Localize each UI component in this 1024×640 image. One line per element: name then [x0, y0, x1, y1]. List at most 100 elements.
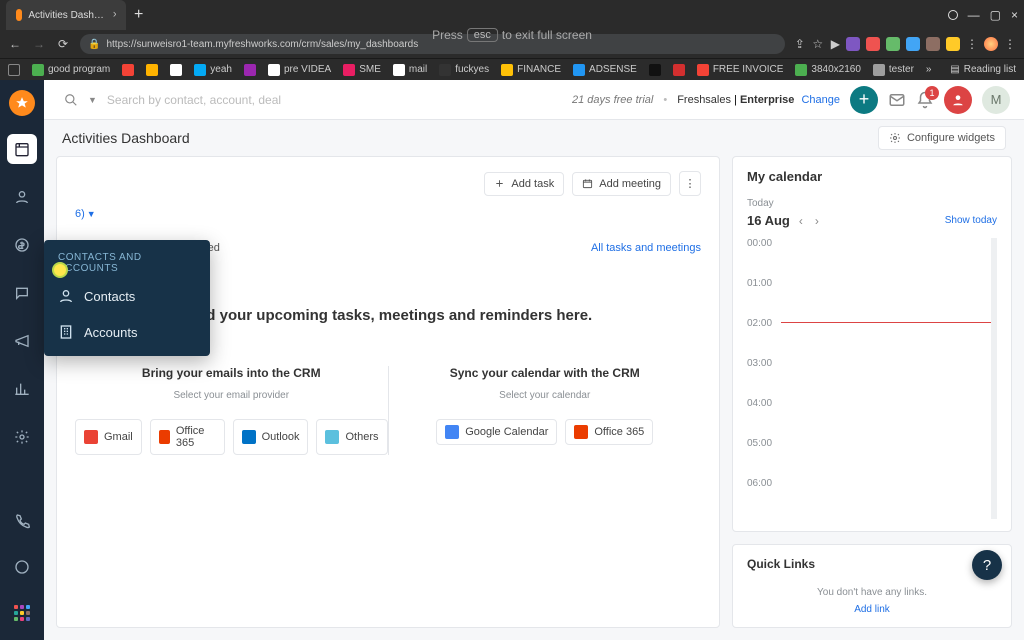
bookmark-item[interactable]: [673, 64, 685, 76]
connector-icon: [159, 430, 170, 444]
email-connector-button[interactable]: Gmail: [75, 419, 142, 455]
global-search[interactable]: ▼ Search by contact, account, deal: [64, 93, 562, 107]
calendar-timeline[interactable]: 00:0001:0002:0003:0004:0005:0006:00: [747, 238, 997, 519]
notifications-button[interactable]: 1: [916, 91, 934, 109]
team-avatar[interactable]: [944, 86, 972, 114]
flyout-heading: CONTACTS AND ACCOUNTS: [44, 246, 210, 278]
quick-links-empty: You don't have any links.: [817, 587, 927, 598]
forward-icon[interactable]: →: [32, 37, 46, 51]
tasks-count-link[interactable]: 6)▼: [75, 208, 96, 220]
back-icon[interactable]: ←: [8, 37, 22, 51]
add-link-button[interactable]: Add link: [747, 604, 997, 615]
bookmark-item[interactable]: tester: [873, 64, 914, 76]
tab-title: Activities Dashboard | Freshsales: [28, 10, 106, 21]
help-fab[interactable]: ?: [972, 550, 1002, 580]
connector-icon: [242, 430, 256, 444]
show-today-link[interactable]: Show today: [945, 215, 997, 226]
reload-icon[interactable]: ⟳: [56, 37, 70, 51]
bookmark-item[interactable]: [122, 64, 134, 76]
email-connector-button[interactable]: Others: [316, 419, 387, 455]
prev-day-button[interactable]: ‹: [796, 214, 806, 228]
flyout-item-accounts[interactable]: Accounts: [44, 314, 210, 350]
bookmark-item[interactable]: SME: [343, 64, 381, 76]
share-icon[interactable]: ⇪: [795, 37, 805, 51]
browser-menu-icon[interactable]: ⋮: [1004, 37, 1016, 51]
bookmark-item[interactable]: [244, 64, 256, 76]
nav-deals[interactable]: [7, 230, 37, 260]
email-connector-button[interactable]: Outlook: [233, 419, 309, 455]
nav-conversations[interactable]: [7, 278, 37, 308]
ext-icon[interactable]: [946, 37, 960, 51]
nav-reports[interactable]: [7, 374, 37, 404]
gear-icon: [889, 132, 901, 144]
bookmark-item[interactable]: fuckyes: [439, 64, 489, 76]
nav-apps-switcher[interactable]: [7, 598, 37, 628]
timeline-hour: 00:00: [747, 238, 991, 278]
close-tab-icon[interactable]: ×: [113, 9, 116, 21]
search-scope-caret[interactable]: ▼: [88, 95, 97, 105]
bookmark-item[interactable]: good program: [32, 64, 110, 76]
ext-icon[interactable]: [906, 37, 920, 51]
nav-phone[interactable]: [7, 506, 37, 536]
app-logo[interactable]: [9, 90, 35, 116]
change-plan-link[interactable]: Change: [801, 94, 840, 106]
apps-icon[interactable]: [8, 64, 20, 76]
configure-widgets-button[interactable]: Configure widgets: [878, 126, 1006, 150]
profile-avatar-icon[interactable]: [984, 37, 998, 51]
all-tasks-link[interactable]: All tasks and meetings: [591, 242, 701, 254]
bookmark-icon: [343, 64, 355, 76]
bookmark-item[interactable]: FREE INVOICE: [697, 64, 784, 76]
building-icon: [58, 324, 74, 340]
brand-link[interactable]: Freshsales: [677, 94, 731, 106]
ext-icon[interactable]: [926, 37, 940, 51]
browser-tab[interactable]: Activities Dashboard | Freshsales ×: [6, 0, 126, 30]
bookmark-item[interactable]: yeah: [194, 64, 232, 76]
bookmark-item[interactable]: [170, 64, 182, 76]
bookmark-icon: [393, 64, 405, 76]
email-connector-button[interactable]: Office 365: [150, 419, 225, 455]
bookmarks-overflow-icon[interactable]: »: [926, 64, 932, 75]
cast-icon[interactable]: ▶: [831, 37, 840, 51]
extensions-menu-icon[interactable]: ⋮: [966, 37, 978, 51]
bookmark-icon: [122, 64, 134, 76]
bookmark-item[interactable]: [146, 64, 158, 76]
ext-icon[interactable]: [846, 37, 860, 51]
bookmark-item[interactable]: 3840x2160: [795, 64, 861, 76]
bookmark-item[interactable]: ADSENSE: [573, 64, 637, 76]
ext-icon[interactable]: [866, 37, 880, 51]
bookmark-icon: [795, 64, 807, 76]
flyout-item-contacts[interactable]: Contacts: [44, 278, 210, 314]
mail-icon[interactable]: [888, 91, 906, 109]
timeline-hour: 02:00: [747, 318, 991, 358]
nav-campaigns[interactable]: [7, 326, 37, 356]
calendar-widget: My calendar Today 16 Aug ‹ › Show today …: [732, 156, 1012, 532]
nav-chat[interactable]: [7, 552, 37, 582]
window-minimize-icon[interactable]: —: [968, 8, 980, 22]
timeline-hour: 04:00: [747, 398, 991, 438]
star-icon[interactable]: ☆: [811, 37, 825, 51]
new-tab-button[interactable]: +: [134, 6, 143, 24]
window-close-icon[interactable]: ×: [1011, 8, 1018, 22]
ext-icon[interactable]: [886, 37, 900, 51]
nav-dashboard[interactable]: [7, 134, 37, 164]
bookmark-icon: [649, 64, 661, 76]
notif-badge: 1: [925, 86, 939, 100]
bookmark-item[interactable]: [649, 64, 661, 76]
bookmark-icon: [573, 64, 585, 76]
reading-list-button[interactable]: ▤ Reading list: [950, 64, 1016, 75]
add-meeting-button[interactable]: Add meeting: [572, 172, 671, 196]
user-avatar[interactable]: M: [982, 86, 1010, 114]
calendar-connector-button[interactable]: Office 365: [565, 419, 653, 445]
nav-settings[interactable]: [7, 422, 37, 452]
quick-add-button[interactable]: +: [850, 86, 878, 114]
bookmark-item[interactable]: pre VIDEA: [268, 64, 331, 76]
bookmark-icon: [244, 64, 256, 76]
calendar-connector-button[interactable]: Google Calendar: [436, 419, 557, 445]
nav-contacts[interactable]: [7, 182, 37, 212]
bookmark-item[interactable]: mail: [393, 64, 427, 76]
bookmark-item[interactable]: FINANCE: [501, 64, 561, 76]
next-day-button[interactable]: ›: [812, 214, 822, 228]
more-menu-button[interactable]: ⋮: [679, 171, 701, 196]
window-maximize-icon[interactable]: ▢: [990, 8, 1001, 22]
add-task-button[interactable]: Add task: [484, 172, 564, 196]
